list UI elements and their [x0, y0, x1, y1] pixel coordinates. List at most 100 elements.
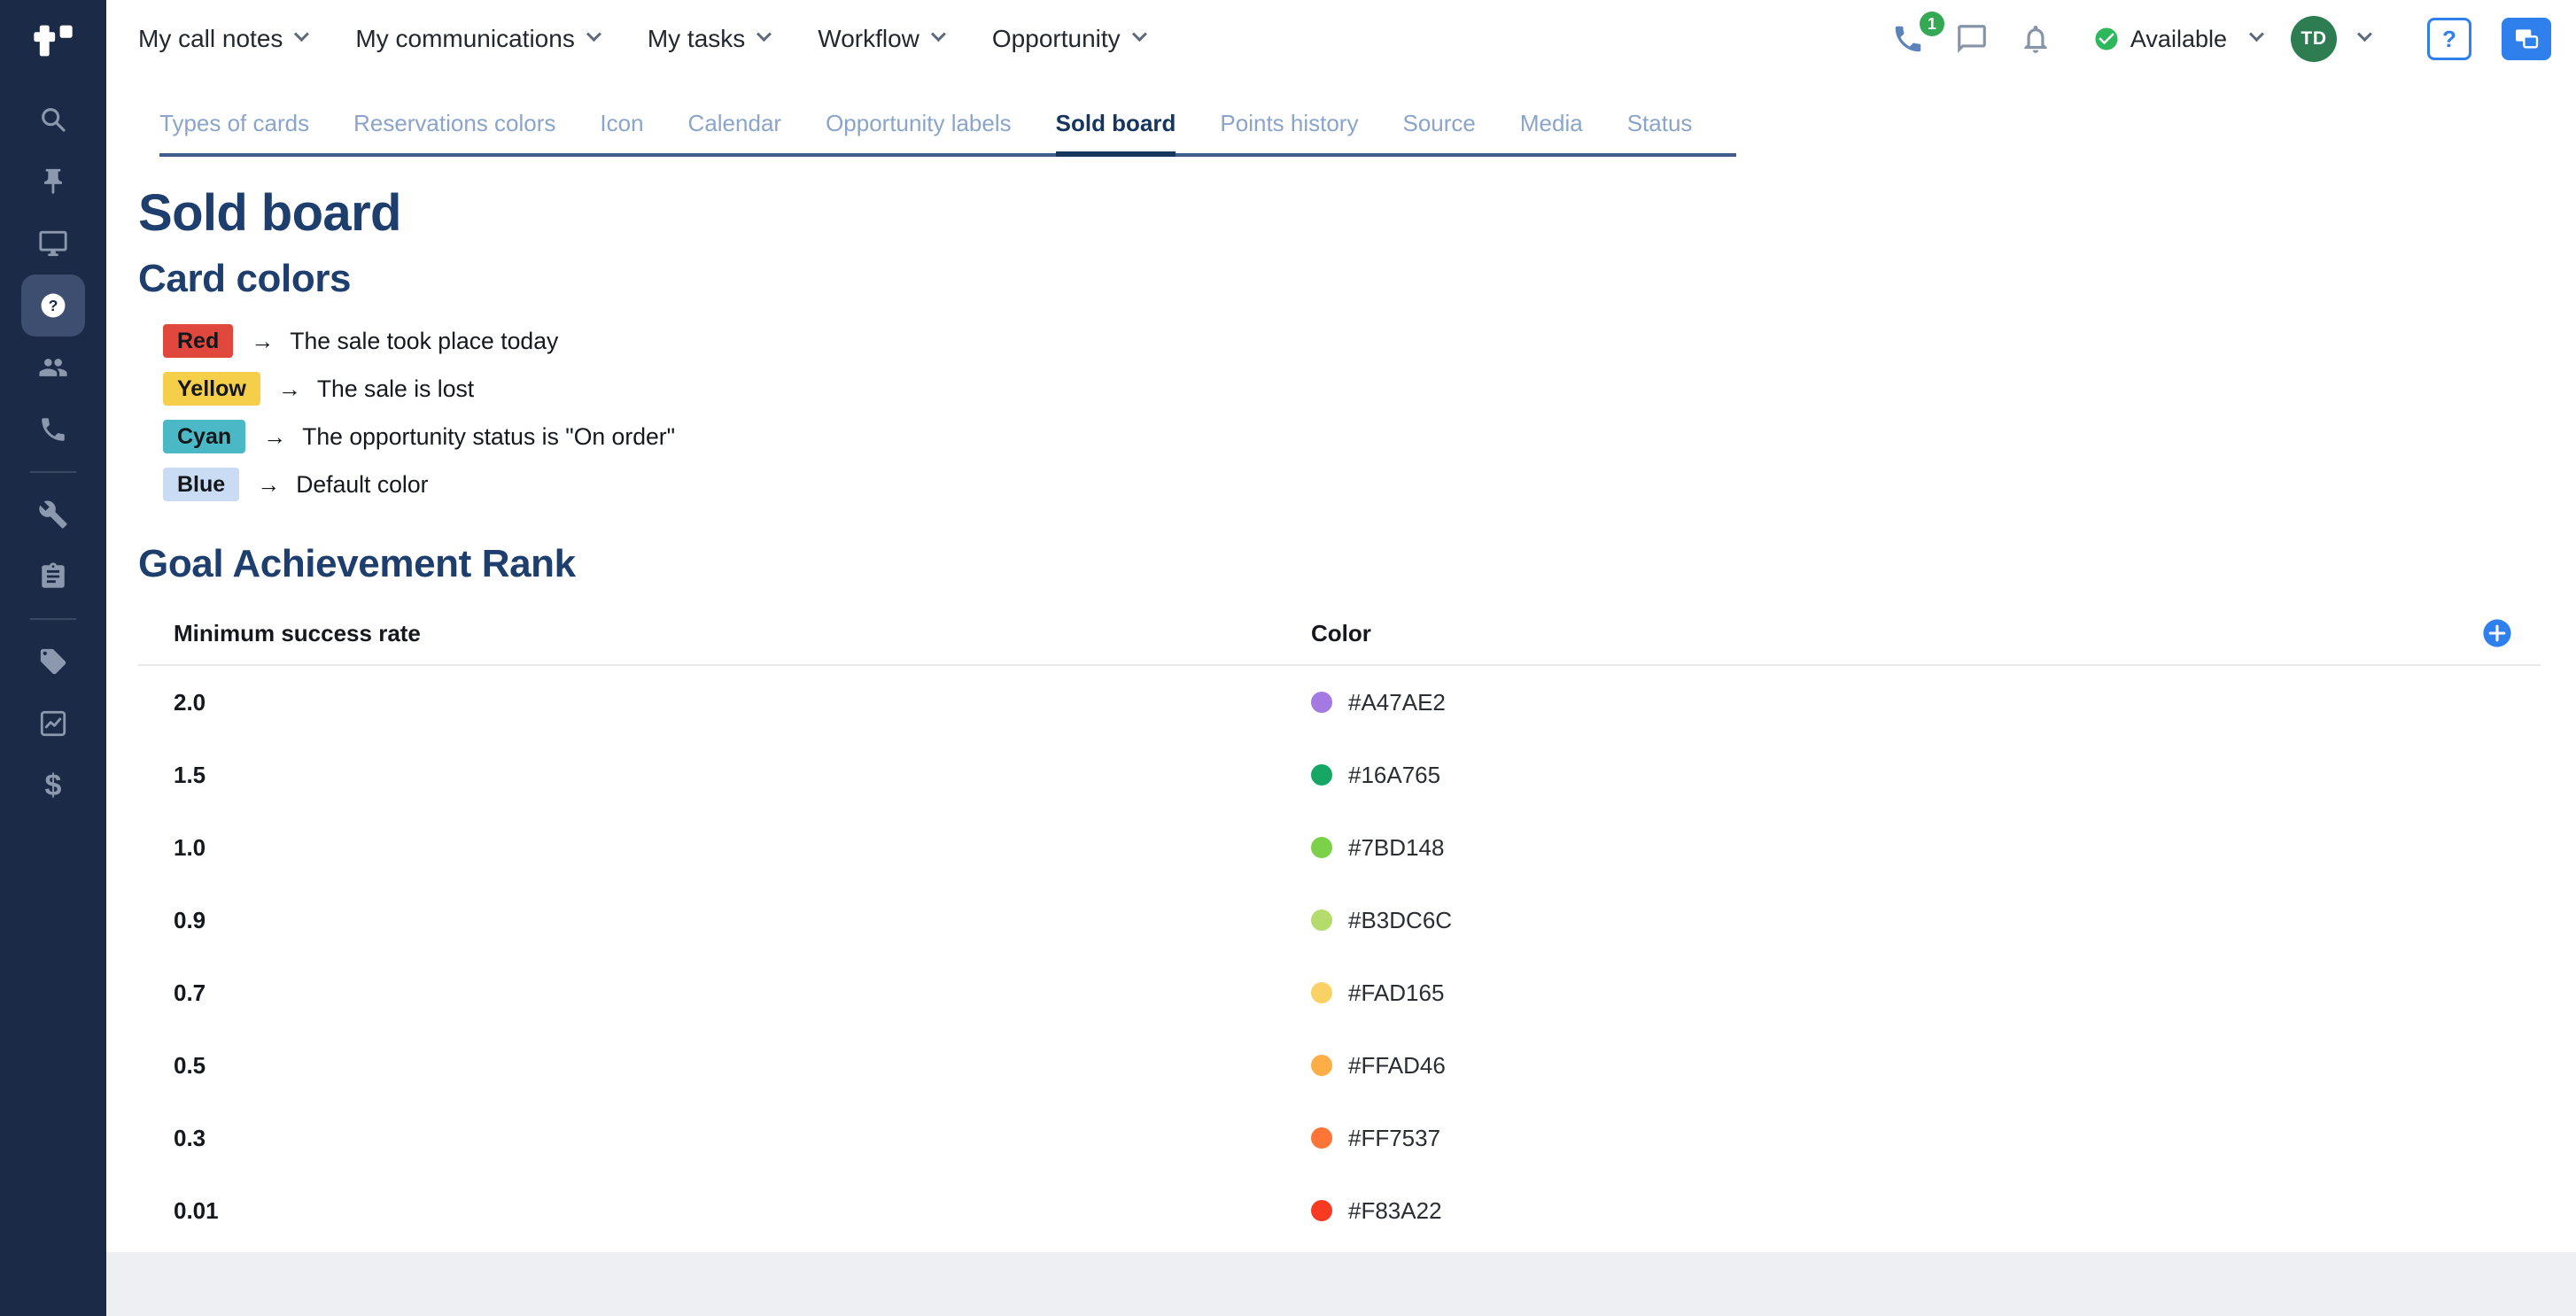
hex-value: #A47AE2: [1348, 689, 1446, 716]
rank-rate: 1.5: [138, 762, 1311, 789]
rank-rate: 2.0: [138, 689, 1311, 716]
feedback-panel-button[interactable]: [2502, 18, 2551, 60]
arrow-icon: →: [251, 328, 274, 355]
chevron-down-icon: [2249, 27, 2264, 42]
color-dot: [1311, 1127, 1332, 1149]
color-swatch: Yellow: [163, 372, 260, 406]
sidebar-item-help[interactable]: ?: [21, 275, 85, 337]
notifications-button[interactable]: [2019, 22, 2052, 56]
sidebar-item-pinned[interactable]: [21, 151, 85, 213]
tab[interactable]: Sold board: [1056, 110, 1176, 153]
rank-row: 0.3 #FF7537: [138, 1102, 2541, 1174]
app-logo[interactable]: [30, 14, 76, 67]
rank-color-cell: #16A765: [1311, 762, 2541, 789]
board-icon: [38, 228, 68, 259]
nav-menu[interactable]: My tasks: [648, 25, 768, 53]
chevron-down-icon: [294, 27, 309, 42]
rank-row: 0.01 #F83A22: [138, 1174, 2541, 1247]
main-area: My call notes My communications My tasks…: [106, 0, 2576, 1316]
contacts-icon: [38, 352, 68, 383]
rank-rate: 0.01: [138, 1197, 1311, 1225]
question-glyph: ?: [49, 297, 58, 314]
hex-value: #FFAD46: [1348, 1052, 1446, 1080]
tab[interactable]: Media: [1520, 110, 1583, 153]
calls-button[interactable]: 1: [1891, 22, 1925, 56]
chevron-down-icon: [2357, 27, 2372, 42]
sidebar-item-contacts[interactable]: [21, 337, 85, 399]
sidebar-item-board[interactable]: [21, 213, 85, 275]
legend-row: Cyan → The opportunity status is "On ord…: [163, 413, 2541, 461]
sidebar-item-tags[interactable]: [21, 631, 85, 693]
tab[interactable]: Icon: [600, 110, 643, 153]
main-menu: My call notes My communications My tasks…: [138, 25, 1144, 53]
rank-row: 1.5 #16A765: [138, 739, 2541, 811]
help-button[interactable]: ?: [2427, 18, 2471, 60]
add-rank-button[interactable]: [2482, 618, 2541, 648]
sidebar-item-search[interactable]: [21, 89, 85, 151]
rank-color-cell: #FF7537: [1311, 1125, 2541, 1152]
tab[interactable]: Points history: [1220, 110, 1358, 153]
tab[interactable]: Calendar: [688, 110, 782, 153]
legend-row: Yellow → The sale is lost: [163, 365, 2541, 413]
chevron-down-icon: [1132, 27, 1147, 42]
availability-selector[interactable]: Available: [2093, 26, 2261, 53]
nav-menu-label: Workflow: [818, 25, 919, 53]
nav-menu[interactable]: Workflow: [818, 25, 943, 53]
legend-description: The sale took place today: [290, 328, 558, 355]
user-menu[interactable]: TD: [2291, 16, 2369, 62]
hex-value: #F83A22: [1348, 1197, 1442, 1225]
messages-button[interactable]: [1955, 22, 1989, 56]
arrow-icon: →: [278, 375, 301, 403]
nav-menu[interactable]: My call notes: [138, 25, 306, 53]
chevron-down-icon: [757, 27, 772, 42]
tab[interactable]: Status: [1627, 110, 1693, 153]
sidebar-item-tasks[interactable]: [21, 546, 85, 608]
rank-color-cell: #B3DC6C: [1311, 907, 2541, 934]
arrow-icon: →: [257, 471, 280, 499]
nav-menu[interactable]: My communications: [355, 25, 597, 53]
color-dot: [1311, 910, 1332, 931]
tab[interactable]: Source: [1402, 110, 1475, 153]
dollar-icon: $: [45, 770, 62, 801]
tab[interactable]: Opportunity labels: [826, 110, 1012, 153]
nav-menu[interactable]: Opportunity: [992, 25, 1144, 53]
sidebar-item-calls[interactable]: [21, 399, 85, 461]
sidebar-item-tools[interactable]: [21, 484, 85, 546]
legend-row: Red → The sale took place today: [163, 317, 2541, 365]
rank-color-cell: #F83A22: [1311, 1197, 2541, 1225]
search-icon: [38, 105, 68, 135]
rank-rate: 1.0: [138, 834, 1311, 862]
rank-row: 0.7 #FAD165: [138, 956, 2541, 1029]
tab-label: Calendar: [688, 110, 782, 136]
color-dot: [1311, 1055, 1332, 1076]
sidebar-item-insights[interactable]: [21, 693, 85, 755]
avatar: TD: [2291, 16, 2337, 62]
plus-circle-icon: [2482, 618, 2512, 648]
tag-icon: [38, 646, 68, 677]
call-count-badge: 1: [1920, 12, 1944, 36]
legend-description: Default color: [296, 471, 428, 499]
tab[interactable]: Types of cards: [159, 110, 309, 153]
legend-description: The sale is lost: [317, 375, 474, 403]
bell-icon: [2019, 22, 2052, 56]
color-dot: [1311, 837, 1332, 858]
color-dot: [1311, 1200, 1332, 1221]
chart-icon: [38, 708, 68, 739]
rank-color-cell: #7BD148: [1311, 834, 2541, 862]
rank-row: 2.0 #A47AE2: [138, 666, 2541, 739]
color-swatch: Blue: [163, 468, 239, 502]
arrow-icon: →: [263, 423, 286, 451]
tab-label: Media: [1520, 110, 1583, 136]
rank-row: 1.0 #7BD148: [138, 811, 2541, 884]
chat-icon: [1955, 22, 1989, 56]
column-header-rate: Minimum success rate: [138, 620, 1311, 647]
color-dot: [1311, 692, 1332, 713]
tab[interactable]: Reservations colors: [353, 110, 555, 153]
nav-menu-label: Opportunity: [992, 25, 1121, 53]
tab-label: Icon: [600, 110, 643, 136]
sidebar-item-deals[interactable]: $: [21, 755, 85, 817]
hex-value: #7BD148: [1348, 834, 1444, 862]
hex-value: #FAD165: [1348, 979, 1444, 1007]
tab-label: Points history: [1220, 110, 1358, 136]
color-swatch: Red: [163, 324, 233, 359]
